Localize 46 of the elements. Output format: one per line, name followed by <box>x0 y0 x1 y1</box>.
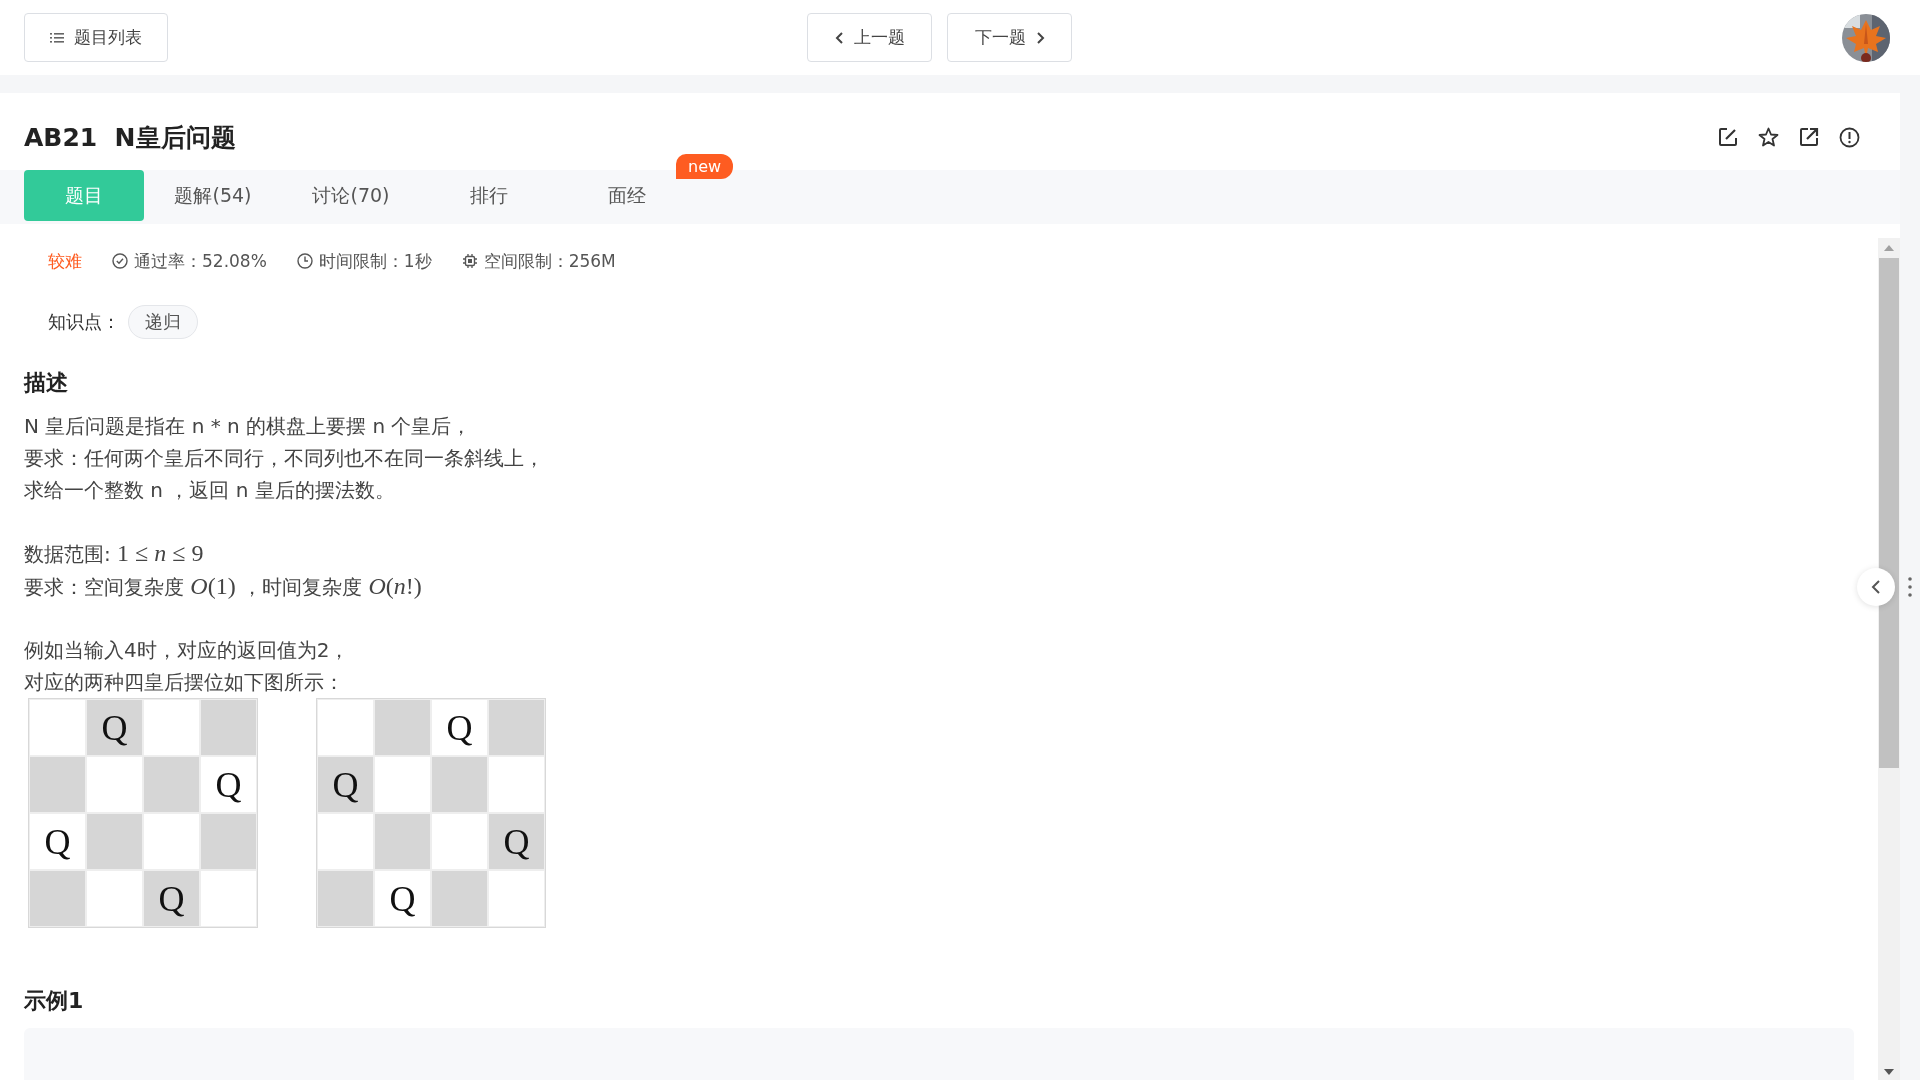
scroll-down-icon[interactable] <box>1883 1068 1895 1076</box>
check-circle-icon <box>112 253 128 269</box>
pass-rate: 通过率：52.08% <box>134 249 267 273</box>
tab[interactable]: 讨论(70) <box>282 170 420 221</box>
chip-icon <box>461 253 478 269</box>
board-square: Q <box>143 870 200 927</box>
memory-limit: 空间限制：256M <box>483 249 616 273</box>
section-heading: 描述 <box>24 369 69 397</box>
edit-icon[interactable] <box>1718 127 1738 147</box>
scrollbar-thumb[interactable] <box>1879 258 1899 768</box>
star-icon[interactable] <box>1758 127 1779 147</box>
difficulty-label: 较难 <box>48 249 82 273</box>
description-text: N 皇后问题是指在 n * n 的棋盘上要摆 n 个皇后， <box>24 413 473 440</box>
tab[interactable]: 排行 <box>420 170 558 221</box>
next-button[interactable]: 下一题 <box>947 13 1072 62</box>
clock-icon <box>296 253 313 269</box>
warning-icon[interactable] <box>1839 127 1860 148</box>
board-square: Q <box>374 870 431 927</box>
description-text: 求给一个整数 n ，返回 n 皇后的摆法数。 <box>24 477 396 504</box>
problem-title: AB21 N皇后问题 <box>24 122 236 154</box>
board-square: Q <box>29 813 86 870</box>
board-square: Q <box>488 813 545 870</box>
board-square: Q <box>86 699 143 756</box>
more-icon[interactable] <box>1908 577 1912 597</box>
new-badge: new <box>676 154 734 179</box>
board-square: Q <box>200 756 257 813</box>
time-limit: 时间限制：1秒 <box>318 249 432 273</box>
chevron-left-icon <box>834 30 844 45</box>
tab[interactable]: 题解(54) <box>144 170 282 221</box>
description-text: 数据范围: 1 ≤ n ≤ 9 <box>24 539 205 568</box>
knowledge-label: 知识点： <box>48 310 120 334</box>
scrollbar[interactable] <box>1878 238 1900 1080</box>
previous-button[interactable]: 上一题 <box>807 13 932 62</box>
share-icon[interactable] <box>1799 127 1819 147</box>
description-text: 要求：空间复杂度 O(1) ，时间复杂度 O(n!) <box>24 572 423 601</box>
section-heading: 示例1 <box>24 987 85 1015</box>
chevron-right-icon <box>1035 30 1045 45</box>
board-square: Q <box>431 699 488 756</box>
problem-list-button[interactable]: 题目列表 <box>24 13 168 62</box>
description-text: 对应的两种四皇后摆位如下图所示： <box>24 669 345 696</box>
description-text: 要求：任何两个皇后不同行，不同列也不在同一条斜线上， <box>24 445 545 472</box>
board-square: Q <box>317 756 374 813</box>
topic-tag[interactable]: 递归 <box>128 305 198 339</box>
list-icon <box>50 31 64 44</box>
chevron-left-icon <box>1871 579 1881 595</box>
description-text: 例如当输入4时，对应的返回值为2， <box>24 637 351 664</box>
